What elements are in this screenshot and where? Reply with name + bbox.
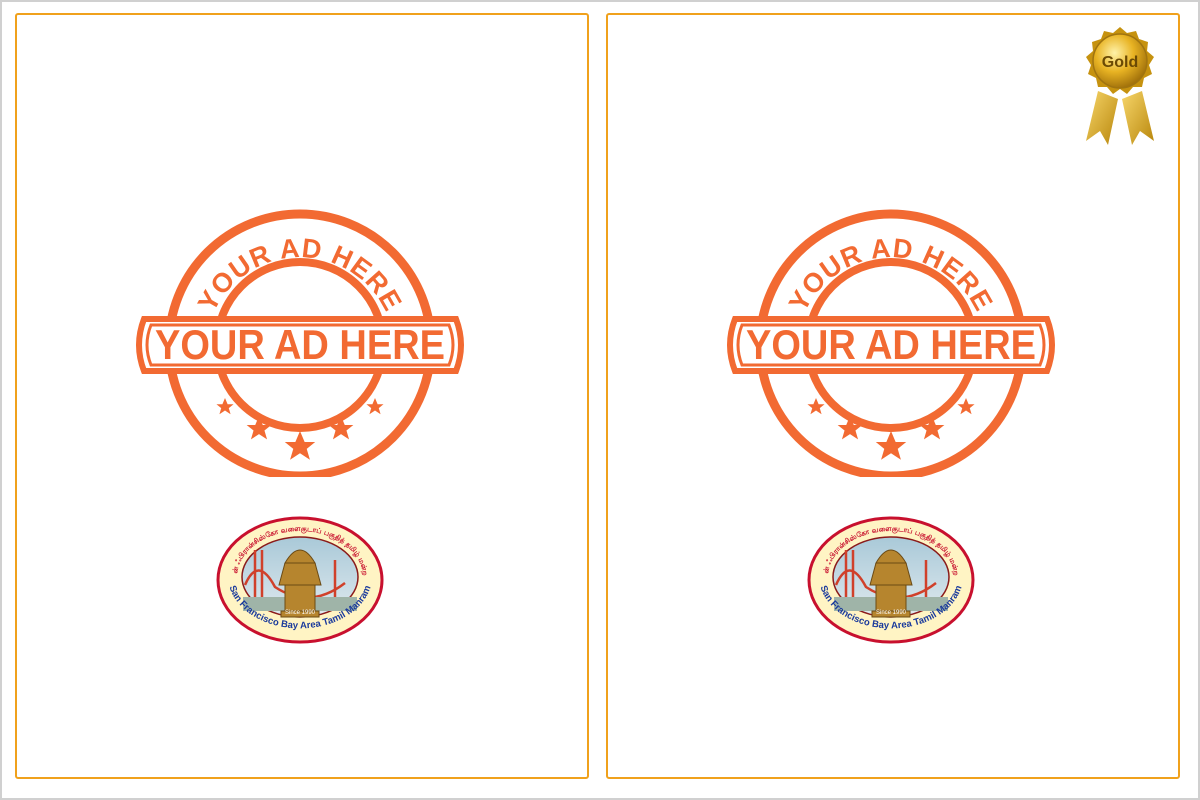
ad-slot-right[interactable]: Gold YOUR AD HERE YOUR AD HERE Since 199… [606, 13, 1180, 779]
logo-since-text: Since 1990 [876, 610, 907, 616]
your-ad-here-stamp: YOUR AD HERE YOUR AD HERE [136, 209, 464, 477]
gold-badge-icon: Gold [1086, 27, 1154, 145]
svg-text:YOUR AD HERE: YOUR AD HERE [783, 233, 999, 316]
stamp-arc-text: YOUR AD HERE [192, 233, 407, 316]
svg-text:YOUR AD HERE: YOUR AD HERE [192, 233, 408, 316]
tamil-manram-logo: Since 1990 சான் ஃபிரான்சிஸ்கோ வளைகுடாப் … [806, 515, 975, 644]
tamil-manram-logo: Since 1990 சான் ஃபிரான்சிஸ்கோ வளைகுடாப் … [215, 515, 384, 644]
badge-label: Gold [1102, 54, 1138, 71]
ad-slot-left[interactable]: YOUR AD HERE YOUR AD HERE Since 1990 ன் … [15, 13, 589, 779]
your-ad-here-stamp: YOUR AD HERE YOUR AD HERE [727, 209, 1055, 477]
stamp-band-text: YOUR AD HERE [746, 321, 1036, 368]
stamp-band-text: YOUR AD HERE [155, 321, 445, 368]
stamp-arc-text: YOUR AD HERE [783, 233, 998, 316]
logo-since-text: Since 1990 [285, 610, 316, 616]
